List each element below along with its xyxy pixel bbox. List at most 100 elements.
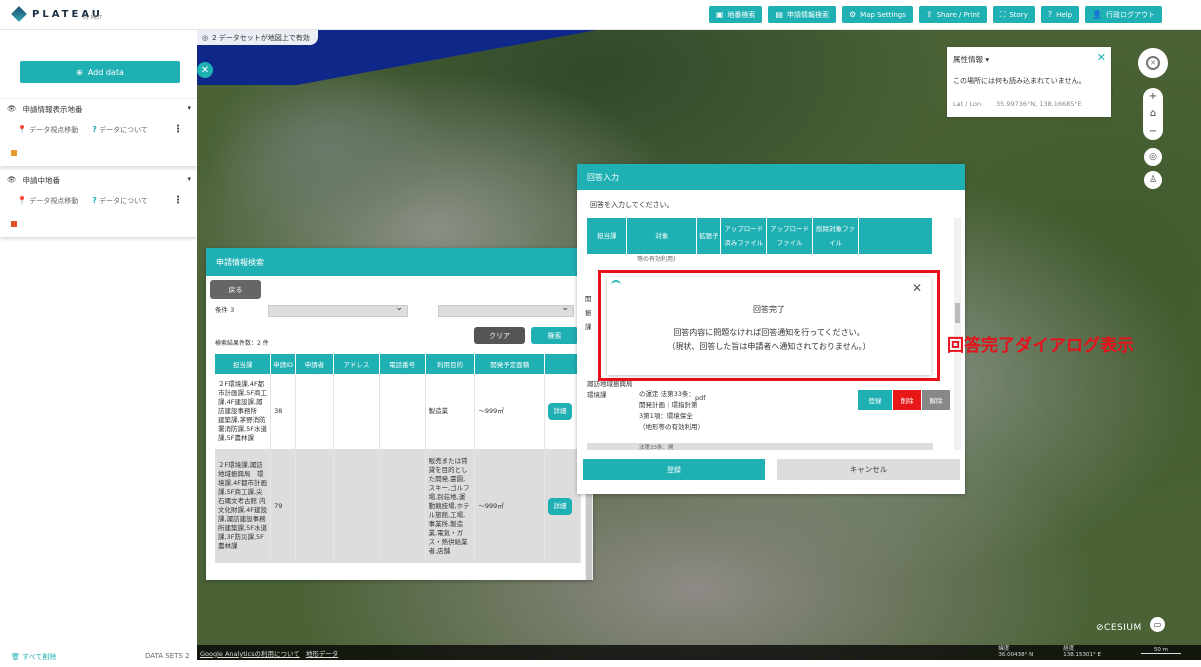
plateau-logo[interactable]: PLATEAU by MLIT [11,6,103,22]
layer-title: 申請中地番 [22,176,61,185]
column-header: アップロードファイル [766,218,814,254]
add-data-button[interactable]: ⊕ Add data [20,61,180,83]
condition-select-1[interactable] [268,303,408,317]
datasets-count: DATA SETS 2 [145,652,190,660]
cell-dept: ２F環境課,4F都市計画課,5F商工課,4F建設課,諏訪建設事務所 建築課,茅野… [215,374,272,449]
layer-title: 申請情報表示地番 [22,105,83,114]
back-button[interactable]: 戻る [210,280,261,299]
help-icon: ? [1047,10,1053,19]
zoom-out-icon[interactable]: − [1149,126,1157,137]
table-row[interactable]: ２F環境課,諏訪地域振興局 環境課,4F都市計画課,5F商工課,尖石縄文考古館 … [215,449,581,563]
my-location-icon[interactable]: ◎ [1144,148,1162,166]
cell-applicant [295,449,334,563]
lot-search-icon: ▣ [715,10,724,19]
zoom-in-icon[interactable]: + [1149,91,1157,102]
clear-button[interactable]: クリア [474,327,525,344]
story-icon: ⛶ [999,9,1006,19]
column-header[interactable]: 開発予定面積 [474,354,546,374]
story-button[interactable]: ⛶ Story [992,6,1035,23]
table-header-row: 担当課 対象 拡張子 アップロード済みファイル アップロードファイル 削除対象フ… [587,218,933,254]
answer-panel-title: 回答入力 [577,164,965,190]
about-data-link[interactable]: ? データについて [92,125,148,135]
answer-prompt: 回答を入力してください。 [590,201,674,209]
feature-info-message: この場所には何も読み込まれていません。 [953,77,1086,85]
answer-row-partial: 等の有効利用) [637,256,676,263]
more-options-icon[interactable]: ⋮ [173,124,183,135]
cesium-logo[interactable]: ⊘CESIUM [1096,623,1142,633]
column-header [858,218,933,254]
layer-item-pending-lots: 👁 申請中地番 ▾ 📍 データ視点移動 ? データについて ⋮ [0,169,197,237]
column-header[interactable]: 申請ID [270,354,297,374]
layer-expand-caret-icon[interactable]: ▾ [187,104,191,112]
layer-item-application-display: 👁 申請情報表示地番 ▾ 📍 データ視点移動 ? データについて ⋮ [0,98,197,166]
zoom-to-data-link[interactable]: 📍 データ視点移動 [17,196,78,206]
cell-area: ～999㎡ [474,374,546,449]
map-dataset-status: ◎ 2 データセットが地図上で有効 [197,30,318,45]
terrain-data-link[interactable]: 地形データ [306,648,339,658]
map-footer: Google Analyticsの利用について 地形データ 緯度 36.00438… [197,645,1201,660]
cesium-icon: ⊘ [1096,623,1105,633]
search-panel-title: 申請情報検索 [206,248,593,276]
scrollbar-thumb[interactable] [955,303,960,323]
lot-search-button[interactable]: ▣ 地番検索 [708,6,763,23]
legend-swatch [11,150,17,156]
workbench-collapse-button[interactable]: ✕ [197,62,213,78]
close-icon[interactable]: ✕ [912,281,922,295]
column-header[interactable]: 申請者 [295,354,334,374]
map-settings-button[interactable]: ⚙ Map Settings [841,6,913,23]
latlon-label: Lat / Lon [953,100,982,108]
condition-label: 条件 3 [215,306,235,314]
visibility-eye-icon[interactable]: 👁 [7,175,17,186]
cell-id: 38 [270,374,297,449]
street-view-person-icon[interactable]: ♙ [1144,171,1162,189]
user-icon: 👤 [1092,10,1102,19]
condition-select-2[interactable] [438,303,574,317]
row-register-button[interactable]: 登録 [858,390,892,410]
cell-dept: 諏訪地域振興局 環境課 [587,380,639,399]
feedback-chat-icon[interactable]: ▭ [1150,617,1165,632]
share-print-button[interactable]: ⇪ Share / Print [918,6,987,23]
column-header[interactable]: 電話番号 [379,354,426,374]
cell-dept: ２F環境課,諏訪地域振興局 環境課,4F都市計画課,5F商工課,尖石縄文考古館 … [215,449,272,563]
table-header-row: 担当課 申請ID 申請者 アドレス 電話番号 利用目的 開発予定面積 [215,354,581,374]
detail-button[interactable]: 詳細 [548,497,573,515]
search-button[interactable]: 検索 [531,327,578,344]
question-icon: ? [92,125,97,134]
home-icon[interactable]: ⌂ [1150,108,1156,119]
admin-logout-button[interactable]: 👤 行政ログアウト [1085,6,1162,23]
column-header: 拡張子 [696,218,722,254]
remove-all-link[interactable]: 🗑 すべて削除 [11,652,56,662]
feature-info-panel: 属性情報 ▾ ✕ この場所には何も読み込まれていません。 Lat / Lon 3… [947,47,1111,117]
share-icon: ⇪ [925,10,933,19]
column-header: 削除対象ファイル [812,218,860,254]
answer-row-partial: 法第33条：開 [587,443,933,450]
more-options-icon[interactable]: ⋮ [173,195,183,206]
about-data-link[interactable]: ? データについて [92,196,148,206]
row-release-button[interactable]: 解除 [922,390,950,410]
submit-answer-button[interactable]: 登録 [583,459,765,480]
logo-sub: by MLIT [82,15,103,21]
app-header: PLATEAU by MLIT ▣ 地番検索 ▤ 申請情報検索 ⚙ Map Setti… [0,0,1201,30]
help-button[interactable]: ? Help [1040,6,1080,23]
layer-expand-caret-icon[interactable]: ▾ [187,175,191,183]
feature-info-title[interactable]: 属性情報 ▾ [953,54,989,65]
cell-phone [379,374,426,449]
visibility-eye-icon[interactable]: 👁 [7,104,17,115]
row-delete-button[interactable]: 削除 [893,390,921,410]
cancel-button[interactable]: キャンセル [777,459,960,480]
cell-address [333,374,380,449]
feature-info-close-icon[interactable]: ✕ [1097,51,1106,64]
question-icon: ? [92,196,97,205]
compass-control[interactable]: ✕ [1138,48,1168,78]
column-header[interactable]: 利用目的 [425,354,476,374]
column-header[interactable]: アドレス [333,354,380,374]
application-search-button[interactable]: ▤ 申請情報検索 [768,6,836,23]
zoom-to-data-link[interactable]: 📍 データ視点移動 [17,125,78,135]
detail-button[interactable]: 詳細 [548,403,573,420]
table-row[interactable]: ２F環境課,4F都市計画課,5F商工課,4F建設課,諏訪建設事務所 建築課,茅野… [215,374,581,449]
analytics-link[interactable]: Google Analyticsの利用について [200,648,300,658]
cell-extension: pdf [695,394,706,402]
search-results-table: 担当課 申請ID 申請者 アドレス 電話番号 利用目的 開発予定面積 ２F環境課… [215,354,581,563]
column-header[interactable]: 担当課 [215,354,272,374]
cell-applicant [295,374,334,449]
